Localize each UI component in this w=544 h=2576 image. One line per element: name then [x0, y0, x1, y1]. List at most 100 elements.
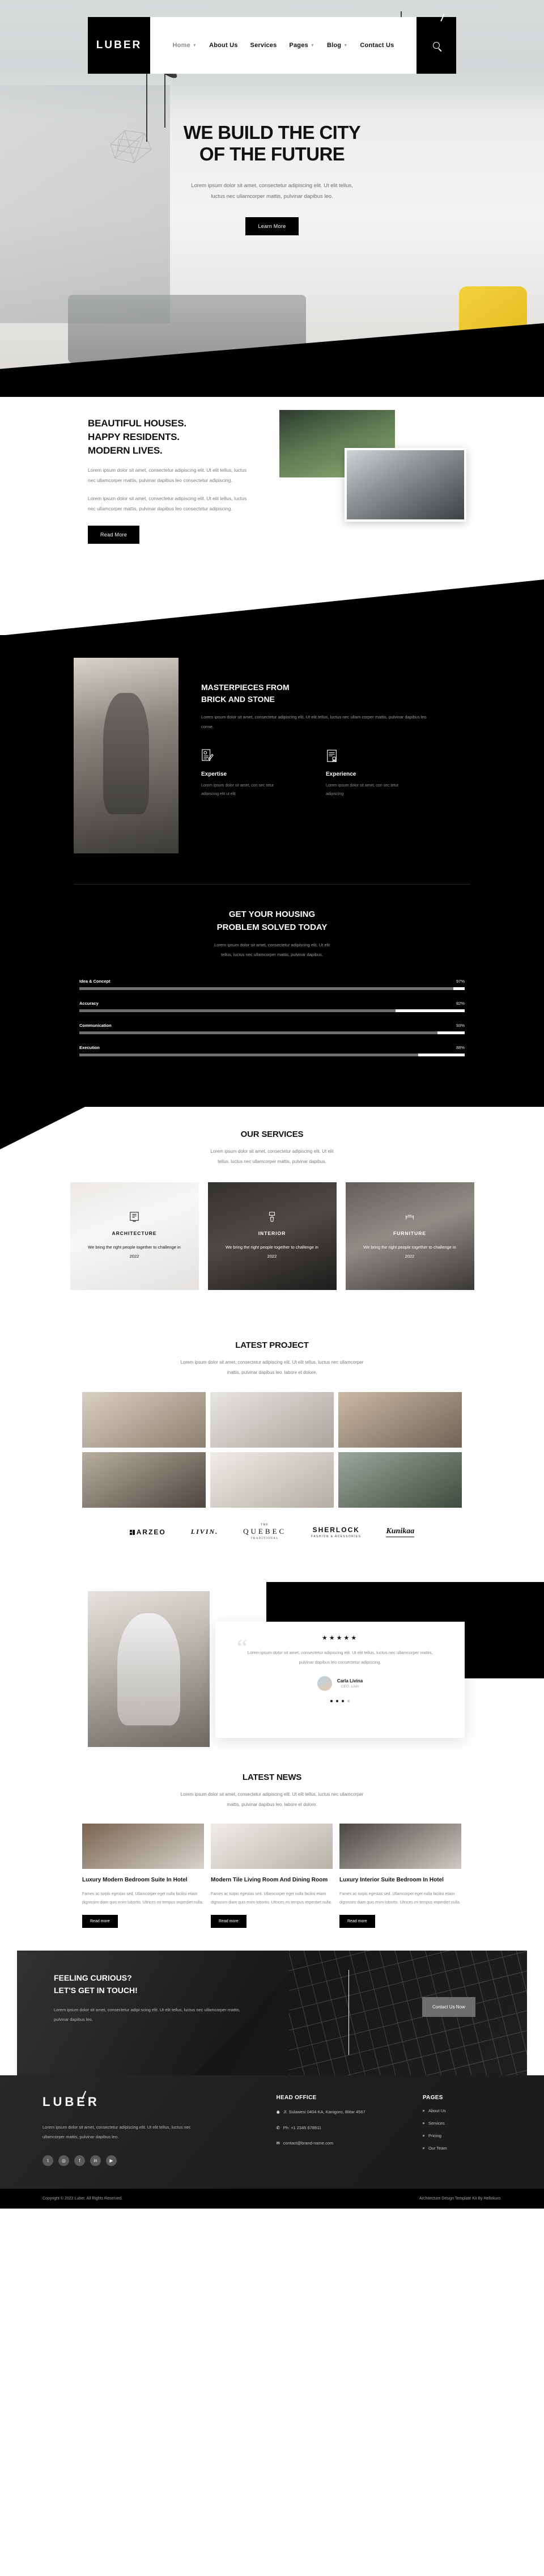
project-thumbnail[interactable]: [210, 1452, 334, 1508]
instagram-icon[interactable]: ◎: [58, 2155, 69, 2167]
footer-link-pricing[interactable]: Pricing: [423, 2133, 502, 2138]
hero-section: LUBER Home ▼ About Us Services Pages ▼ B…: [0, 0, 544, 397]
youtube-icon[interactable]: ▶: [106, 2155, 117, 2167]
brand-logo-arzeo: ARZEO: [130, 1528, 166, 1536]
houses-read-more-button[interactable]: Read More: [88, 525, 140, 544]
services-section: OUR SERVICES Lorem ipsum dolor sit amet,…: [0, 1107, 544, 1322]
news-read-more-button[interactable]: Read more: [82, 1915, 118, 1928]
houses-title-line-1: BEAUTIFUL HOUSES.: [88, 418, 186, 429]
nav-item-services[interactable]: Services: [250, 42, 277, 49]
carousel-dot[interactable]: [342, 1700, 344, 1703]
news-read-more-button[interactable]: Read more: [211, 1915, 246, 1928]
brand-top-word: THE: [261, 1524, 269, 1527]
service-card-architecture[interactable]: ARCHITECTURE We bring the right people t…: [70, 1182, 199, 1291]
feature-expertise: Expertise Lorem ipsum dolor sit amet, co…: [201, 748, 292, 798]
architect-portrait: [74, 658, 178, 853]
news-thumbnail[interactable]: [82, 1823, 204, 1869]
facebook-icon[interactable]: f: [74, 2155, 85, 2167]
testimonial-photo: [88, 1591, 210, 1748]
logo-text: LUBER: [96, 39, 142, 51]
hero-subtitle: Lorem ipsum dolor sit amet, consectetur …: [0, 180, 544, 203]
latest-project-section: LATEST PROJECT Lorem ipsum dolor sit ame…: [0, 1321, 544, 1583]
footer-phone[interactable]: ✆ Ph: +1 2345 678911: [276, 2124, 402, 2132]
chevron-down-icon: ▼: [343, 43, 348, 48]
contact-us-now-button[interactable]: Contact Us Now: [422, 1997, 475, 2017]
brand-main-word: SHERLOCK: [312, 1525, 360, 1534]
footer-columns: LUBER Lorem ipsum dolor sit amet, consec…: [0, 2091, 544, 2167]
skill-label: Idea & Concept: [79, 979, 110, 984]
footer-link-our-team[interactable]: Our Team: [423, 2146, 502, 2151]
search-button[interactable]: [416, 17, 456, 74]
feature-title: Experience: [326, 771, 356, 777]
skill-label: Accuracy: [79, 1001, 99, 1006]
service-card-interior[interactable]: INTERIOR We bring the right people toget…: [207, 1182, 337, 1291]
project-thumbnail[interactable]: [338, 1452, 462, 1508]
cta-title-line-1: FEELING CURIOUS?: [54, 1973, 132, 1983]
social-links: t ◎ f in ▶: [42, 2155, 250, 2167]
nav-item-about-us[interactable]: About Us: [209, 42, 237, 49]
houses-title-line-2: HAPPY RESIDENTS.: [88, 432, 180, 443]
housing-subtitle: Lorem ipsum dolor sit amet, consectetur …: [0, 941, 544, 959]
footer-link-services[interactable]: Services: [423, 2121, 502, 2126]
progress-fill: [79, 1031, 438, 1034]
carousel-dot[interactable]: [330, 1700, 333, 1703]
progress-fill: [79, 1054, 419, 1056]
hero-learn-more-button[interactable]: Learn More: [245, 217, 299, 236]
carousel-dot[interactable]: [347, 1700, 350, 1703]
project-thumbnail[interactable]: [82, 1452, 206, 1508]
footer-bottom-bar: Copyright © 2022 Luber, All Rights Reser…: [0, 2189, 544, 2209]
testimonial-quote: Lorem ipsum dolor sit amet, consectetur …: [246, 1648, 434, 1667]
news-read-more-button[interactable]: Read more: [339, 1915, 375, 1928]
feature-body: Lorem ipsum dolor sit amet, con sec tetu…: [201, 784, 274, 796]
news-card: Modern Tile Living Room And Dining Room …: [211, 1823, 333, 1928]
project-thumbnail[interactable]: [82, 1392, 206, 1448]
skill-percent: 93%: [456, 1023, 465, 1028]
news-thumbnail[interactable]: [339, 1823, 461, 1869]
nav-item-home[interactable]: Home ▼: [173, 42, 197, 49]
feature-title: Expertise: [201, 771, 227, 777]
services-subtitle: Lorem ipsum dolor sit amet, consectetur …: [0, 1147, 544, 1166]
skill-percent: 88%: [456, 1045, 465, 1050]
section-divider-line: [74, 884, 470, 885]
footer-email[interactable]: ✉ contact@brand-name.com: [276, 2139, 402, 2147]
service-card-furniture[interactable]: FURNITURE We bring the right people toge…: [345, 1182, 474, 1291]
progress-track: [79, 987, 465, 990]
nav-item-pages[interactable]: Pages ▼: [289, 42, 314, 49]
footer-phone-text: Ph: +1 2345 678911: [283, 2125, 321, 2130]
avatar: [317, 1676, 332, 1691]
footer-logo[interactable]: LUBER: [42, 2091, 100, 2109]
news-card-body: Fames ac turpis egestas sed. Ullamcorper…: [339, 1892, 461, 1905]
news-thumbnail[interactable]: [211, 1823, 333, 1869]
footer-link-about-us[interactable]: About Us: [423, 2108, 502, 2113]
footer-brand-column: LUBER Lorem ipsum dolor sit amet, consec…: [42, 2091, 250, 2167]
project-thumbnail[interactable]: [210, 1392, 334, 1448]
houses-title-line-3: MODERN LIVES.: [88, 445, 163, 456]
document-pencil-icon: [202, 749, 214, 761]
nav-label: About Us: [209, 42, 238, 49]
progress-fill: [79, 1009, 396, 1012]
twitter-icon[interactable]: t: [42, 2155, 53, 2167]
section-divider-wedge: [0, 580, 544, 636]
logo[interactable]: LUBER: [88, 14, 445, 74]
carousel-dot[interactable]: [336, 1700, 338, 1703]
cta-body: Lorem ipsum dolor sit amet, consectetur …: [54, 2007, 240, 2023]
decor-corner-wedge: [0, 1107, 85, 1149]
masterpieces-title-line-1: MASTERPIECES FROM: [201, 683, 290, 692]
project-subtitle-line-1: Lorem ipsum dolor sit amet, consectetur …: [180, 1360, 364, 1365]
masterpieces-section: MASTERPIECES FROM BRICK AND STONE Lorem …: [0, 635, 544, 853]
linkedin-icon[interactable]: in: [90, 2155, 101, 2167]
project-subtitle-line-2: mattis, pulvinar dapibus leo. labore et …: [227, 1369, 317, 1375]
hero-subtitle-line-1: Lorem ipsum dolor sit amet, consectetur …: [191, 182, 353, 189]
brand-logo-quebec: THE QUEBEC TRADITIONAL: [243, 1524, 286, 1540]
brand-logo-kunikaa: Kunikaa: [386, 1527, 415, 1537]
quote-icon: “: [237, 1635, 248, 1662]
masterpieces-row: MASTERPIECES FROM BRICK AND STONE Lorem …: [0, 658, 544, 853]
nav-item-contact-us[interactable]: Contact Us: [360, 42, 394, 49]
nav-item-blog[interactable]: Blog ▼: [327, 42, 347, 49]
housing-subtitle-line-2: tellus, luctus nec ullamcorper mattis, p…: [221, 951, 323, 957]
blueprint-icon: [130, 1212, 139, 1222]
houses-paragraph-1: Lorem ipsum dolor sit amet, consectetur …: [88, 467, 247, 484]
project-thumbnail[interactable]: [338, 1392, 462, 1448]
location-pin-icon: ◉: [276, 2109, 280, 2115]
nav-label: Pages: [289, 42, 308, 49]
